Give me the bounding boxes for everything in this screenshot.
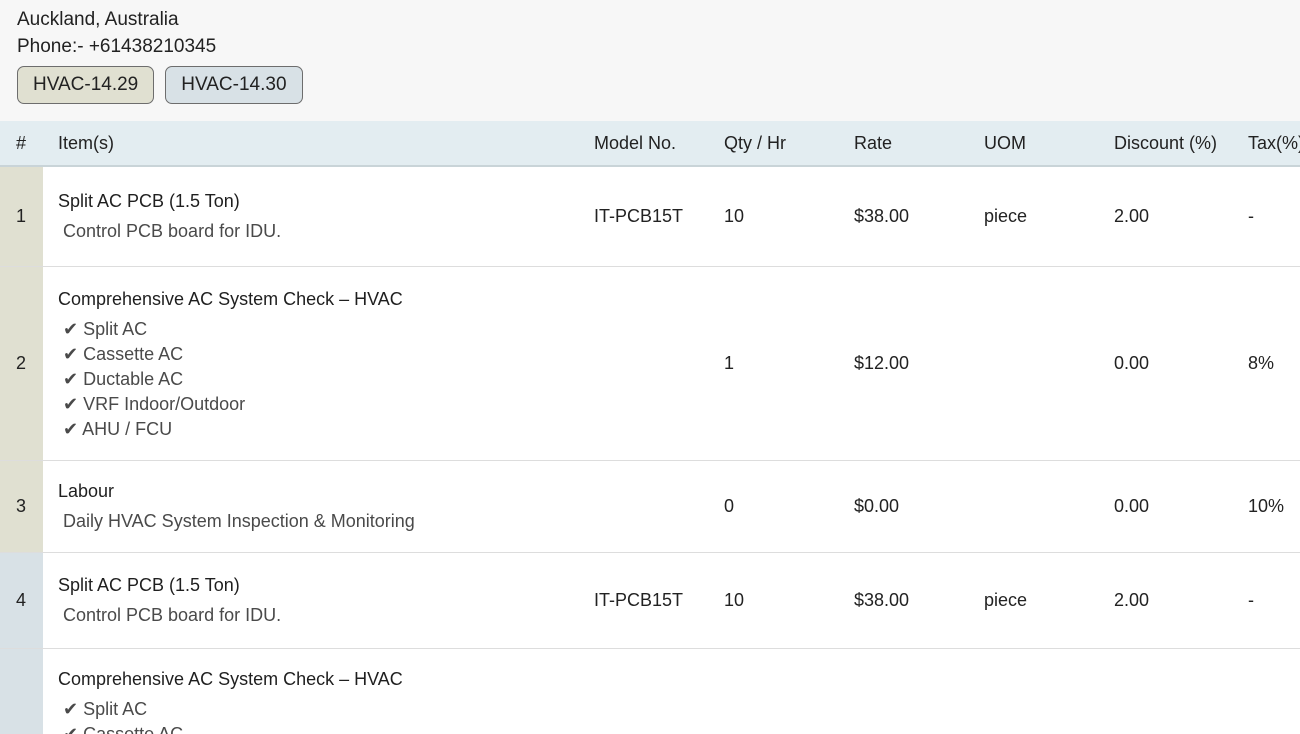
rate-cell: $0.00	[854, 460, 984, 553]
checklist-item: ✔ Split AC	[63, 319, 148, 339]
column-header-discount: Discount (%)	[1114, 121, 1248, 167]
rate-cell: $38.00	[854, 166, 984, 267]
table-row[interactable]: 3 Labour Daily HVAC System Inspection & …	[0, 460, 1300, 553]
company-address: Auckland, Australia	[17, 9, 179, 30]
item-description: ✔ Split AC ✔ Cassette AC	[58, 697, 594, 734]
rate-cell: $38.00	[854, 552, 984, 649]
column-header-tax: Tax(%)	[1248, 121, 1300, 167]
uom-cell	[984, 648, 1114, 734]
checklist-item: ✔ AHU / FCU	[63, 419, 173, 439]
tax-cell: 8%	[1248, 266, 1300, 461]
tab-hvac-14-29[interactable]: HVAC-14.29	[17, 66, 155, 104]
row-index	[0, 648, 43, 734]
checklist-item: ✔ Cassette AC	[63, 344, 184, 364]
invoice-tabs: HVAC-14.29 HVAC-14.30	[17, 66, 303, 104]
column-header-qty: Qty / Hr	[724, 121, 854, 167]
discount-cell: 0.00	[1114, 266, 1248, 461]
item-description: ✔ Split AC ✔ Cassette AC ✔ Ductable AC ✔…	[58, 317, 594, 442]
item-name: Comprehensive AC System Check – HVAC	[58, 669, 403, 689]
model-cell	[594, 266, 724, 461]
model-cell	[594, 460, 724, 553]
item-description: Daily HVAC System Inspection & Monitorin…	[63, 511, 415, 531]
item-name: Comprehensive AC System Check – HVAC	[58, 289, 403, 309]
table-row[interactable]: 4 Split AC PCB (1.5 Ton) Control PCB boa…	[0, 552, 1300, 649]
item-cell: Comprehensive AC System Check – HVAC ✔ S…	[43, 648, 594, 734]
discount-cell	[1114, 648, 1248, 734]
column-header-rate: Rate	[854, 121, 984, 167]
qty-cell: 10	[724, 552, 854, 649]
qty-cell: 10	[724, 166, 854, 267]
checklist-item: ✔ VRF Indoor/Outdoor	[63, 394, 246, 414]
checklist-item: ✔ Ductable AC	[63, 369, 184, 389]
item-cell: Split AC PCB (1.5 Ton) Control PCB board…	[43, 552, 594, 649]
tax-cell: 10%	[1248, 460, 1300, 553]
row-index: 3	[0, 460, 43, 553]
item-cell: Labour Daily HVAC System Inspection & Mo…	[43, 460, 594, 553]
rate-cell: $12.00	[854, 266, 984, 461]
tab-hvac-14-30[interactable]: HVAC-14.30	[165, 66, 303, 104]
model-cell: IT-PCB15T	[594, 552, 724, 649]
company-phone: Phone:- +61438210345	[17, 36, 217, 57]
checklist-item: ✔ Cassette AC	[63, 724, 184, 734]
qty-cell: 1	[724, 266, 854, 461]
item-name: Split AC PCB (1.5 Ton)	[58, 575, 240, 595]
row-index: 1	[0, 166, 43, 267]
tax-cell	[1248, 648, 1300, 734]
item-description: Control PCB board for IDU.	[63, 605, 282, 625]
table-row[interactable]: 2 Comprehensive AC System Check – HVAC ✔…	[0, 266, 1300, 461]
company-header: Auckland, Australia Phone:- +61438210345…	[0, 0, 1300, 121]
uom-cell: piece	[984, 552, 1114, 649]
rate-cell	[854, 648, 984, 734]
column-header-model: Model No.	[594, 121, 724, 167]
column-header-uom: UOM	[984, 121, 1114, 167]
checklist-item: ✔ Split AC	[63, 699, 148, 719]
column-header-index: #	[0, 121, 43, 167]
model-cell: IT-PCB15T	[594, 166, 724, 267]
table-row[interactable]: Comprehensive AC System Check – HVAC ✔ S…	[0, 648, 1300, 734]
item-cell: Split AC PCB (1.5 Ton) Control PCB board…	[43, 166, 594, 267]
uom-cell	[984, 460, 1114, 553]
item-cell: Comprehensive AC System Check – HVAC ✔ S…	[43, 266, 594, 461]
row-index: 2	[0, 266, 43, 461]
discount-cell: 2.00	[1114, 552, 1248, 649]
uom-cell	[984, 266, 1114, 461]
tax-cell: -	[1248, 166, 1300, 267]
table-row[interactable]: 1 Split AC PCB (1.5 Ton) Control PCB boa…	[0, 166, 1300, 267]
uom-cell: piece	[984, 166, 1114, 267]
item-name: Split AC PCB (1.5 Ton)	[58, 191, 240, 211]
items-table: # Item(s) Model No. Qty / Hr Rate UOM Di…	[0, 121, 1300, 734]
model-cell	[594, 648, 724, 734]
column-header-items: Item(s)	[43, 121, 594, 167]
row-index: 4	[0, 552, 43, 649]
qty-cell	[724, 648, 854, 734]
qty-cell: 0	[724, 460, 854, 553]
discount-cell: 2.00	[1114, 166, 1248, 267]
item-description: Control PCB board for IDU.	[63, 221, 282, 241]
tax-cell: -	[1248, 552, 1300, 649]
table-header-row: # Item(s) Model No. Qty / Hr Rate UOM Di…	[0, 121, 1300, 167]
discount-cell: 0.00	[1114, 460, 1248, 553]
item-name: Labour	[58, 481, 115, 501]
